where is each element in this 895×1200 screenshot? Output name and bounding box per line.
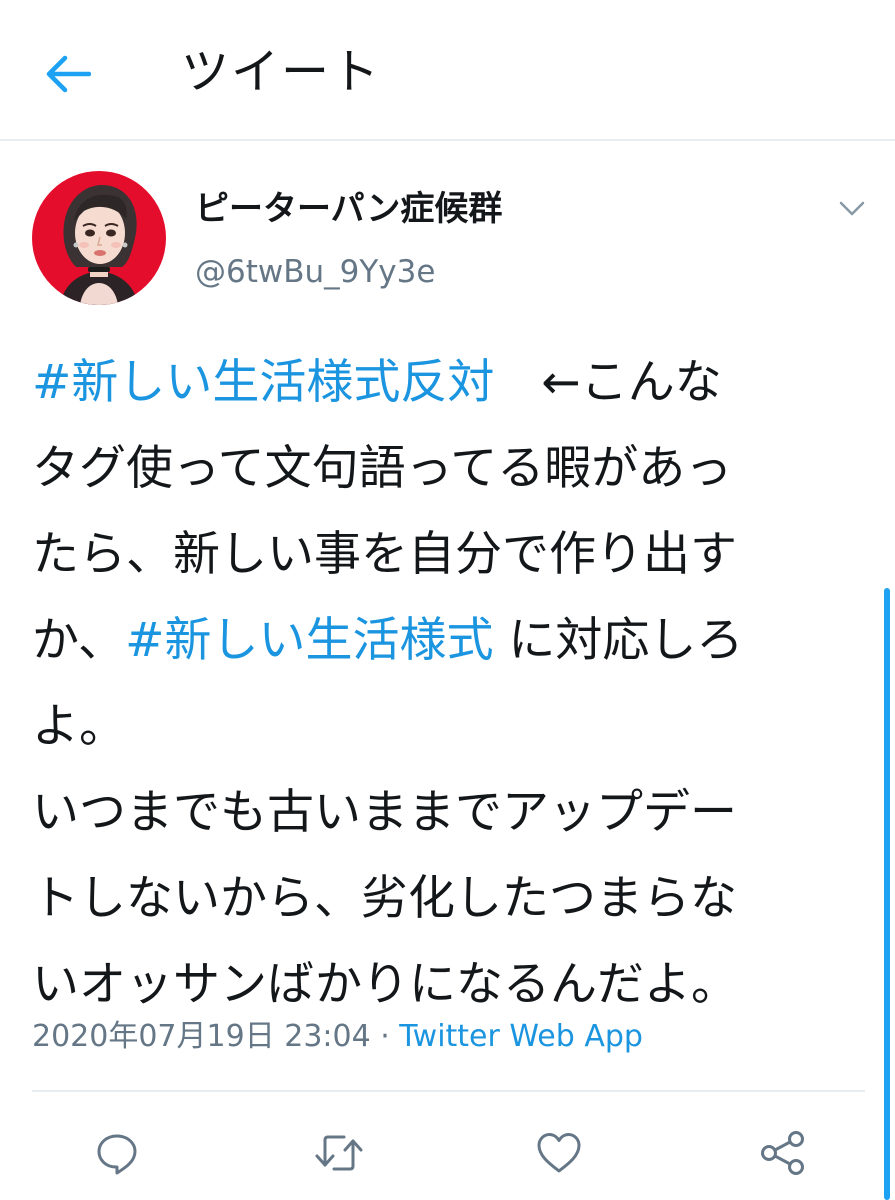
reply-button[interactable]	[90, 1126, 144, 1180]
speech-bubble-icon	[97, 1134, 137, 1175]
tweet-text-line: いつまでも古いままでアップデー	[32, 770, 872, 856]
back-button[interactable]	[40, 50, 96, 98]
author-handle[interactable]: @6twBu_9Yy3e	[195, 250, 435, 294]
timestamp[interactable]: 2020年07月19日 23:04	[32, 1019, 371, 1054]
author-name[interactable]: ピーターパン症候群	[195, 185, 502, 233]
avatar[interactable]	[32, 171, 166, 305]
tweet-text-segment: いオッサンばかりになるんだよ。	[32, 957, 738, 1012]
meta-separator: ·	[370, 1019, 400, 1054]
hashtag-link[interactable]: #新しい生活様式	[125, 613, 493, 668]
tweet-text-segment: ←こんな	[494, 355, 722, 410]
illustrated-portrait-avatar	[32, 171, 166, 305]
app-header: ツイート	[0, 0, 895, 141]
tweet-text-segment: たら、新しい事を自分で作り出す	[32, 527, 737, 582]
tweet-text-line: #新しい生活様式反対 ←こんな	[32, 340, 872, 426]
source-link[interactable]: Twitter Web App	[399, 1019, 643, 1054]
tweet-text-line: トしないから、劣化したつまらな	[32, 856, 872, 942]
tweet-menu-button[interactable]	[834, 194, 870, 224]
like-button[interactable]	[532, 1126, 586, 1180]
page-title: ツイート	[181, 44, 382, 100]
tweet-text-segment: いつまでも古いままでアップデー	[32, 785, 737, 840]
tweet-text-line: たら、新しい事を自分で作り出す	[32, 512, 872, 598]
scrollbar[interactable]	[884, 588, 890, 1200]
share-button[interactable]	[756, 1126, 810, 1180]
tweet-text-line: タグ使って文句語ってる暇があっ	[32, 426, 872, 512]
tweet-text-segment: タグ使って文句語ってる暇があっ	[32, 441, 733, 496]
divider	[32, 1090, 865, 1092]
tweet-text: #新しい生活様式反対 ←こんなタグ使って文句語ってる暇があっ たら、新しい事を自分…	[32, 340, 872, 1028]
tweet-meta: 2020年07月19日 23:04 · Twitter Web App	[32, 1013, 643, 1061]
tweet-text-segment: トしないから、劣化したつまらな	[32, 871, 737, 926]
hashtag-link[interactable]: #新しい生活様式反対	[32, 355, 494, 410]
heart-outline-icon	[537, 1133, 581, 1173]
arrow-left-icon	[46, 55, 91, 93]
chevron-down-icon	[839, 201, 865, 216]
tweet-text-segment: に対応しろ	[493, 613, 744, 668]
tweet-text-line: か、#新しい生活様式 に対応しろ	[32, 598, 872, 684]
tweet-text-segment: よ。	[32, 699, 126, 754]
tweet-text-segment: か、	[32, 613, 126, 668]
retweet-button[interactable]	[312, 1126, 366, 1180]
share-nodes-icon	[761, 1131, 804, 1175]
tweet-text-line: よ。	[32, 684, 872, 770]
retweet-arrows-icon	[315, 1135, 363, 1171]
